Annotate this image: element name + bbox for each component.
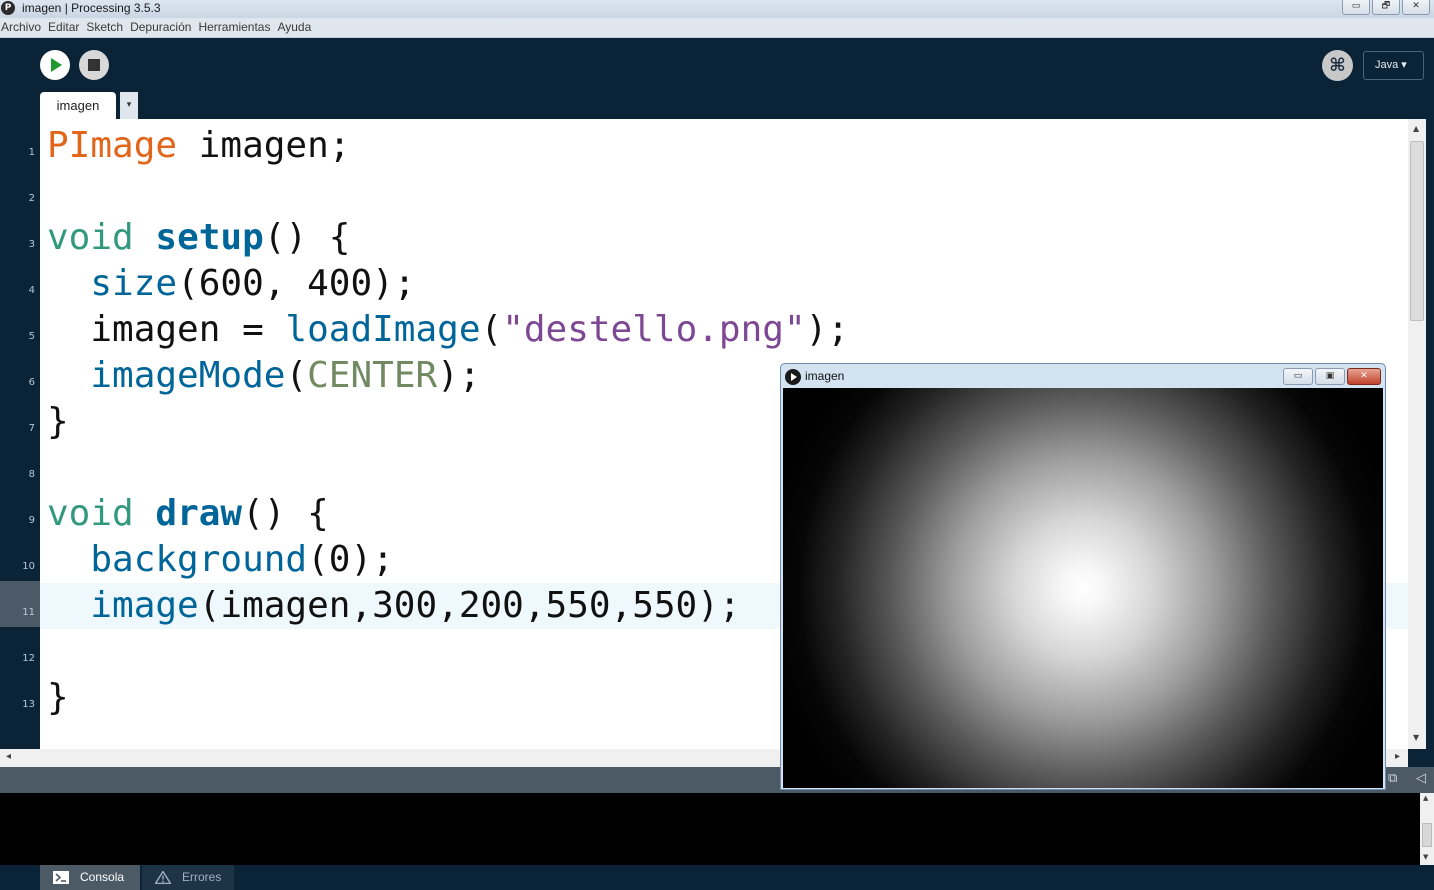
code-token: } — [47, 677, 69, 718]
line-number: 3 — [28, 239, 35, 250]
menu-archivo[interactable]: Archivo — [0, 18, 45, 37]
console-scrollbar[interactable]: ▲ ▼ — [1420, 793, 1434, 865]
line-number: 10 — [22, 561, 35, 572]
run-button[interactable] — [40, 50, 70, 80]
code-token: void — [47, 493, 134, 534]
editor-vertical-scrollbar[interactable]: ▲ ▼ — [1408, 119, 1426, 749]
scroll-up-icon[interactable]: ▲ — [1413, 124, 1419, 133]
menu-herramientas[interactable]: Herramientas — [197, 18, 274, 37]
minimize-button[interactable]: ▭ — [1342, 0, 1370, 15]
restore-button[interactable]: 🗗 — [1372, 0, 1400, 15]
line-number: 11 — [22, 607, 35, 618]
sketch-close-button[interactable]: ✕ — [1347, 368, 1381, 385]
window-controls: ▭ 🗗 ✕ — [1342, 0, 1430, 15]
line-number-gutter: 1 2 3 4 5 6 7 8 9 10 11 12 13 — [0, 119, 40, 749]
code-token: ( — [480, 309, 503, 350]
sketch-maximize-button[interactable]: ▣ — [1315, 368, 1345, 385]
line-number: 4 — [28, 285, 35, 296]
scroll-thumb[interactable] — [1410, 141, 1424, 321]
title-bar: P imagen | Processing 3.5.3 ▭ 🗗 ✕ — [0, 0, 1434, 18]
code-line-1[interactable]: PImage imagen; — [40, 123, 1408, 169]
code-line-5[interactable]: imagen = loadImage("destello.png"); — [40, 307, 1408, 353]
code-token: (imagen,300,200,550,550); — [198, 585, 741, 626]
warning-icon — [155, 871, 171, 884]
tab-imagen[interactable]: imagen — [40, 92, 116, 119]
tab-console-label: Consola — [80, 870, 125, 884]
menu-sketch[interactable]: Sketch — [85, 18, 127, 37]
toolbar: ⌘ Java ▾ — [0, 38, 1434, 92]
code-token: "destello.png" — [502, 309, 806, 350]
stop-button[interactable] — [79, 50, 109, 80]
code-token: draw — [155, 493, 243, 534]
code-line-2[interactable] — [40, 169, 1408, 215]
scroll-thumb[interactable] — [1422, 823, 1432, 847]
collapse-console-icon[interactable]: ◁ — [1416, 771, 1426, 786]
sketch-window-controls: ▭ ▣ ✕ — [1283, 368, 1381, 385]
menu-ayuda[interactable]: Ayuda — [276, 18, 315, 37]
tab-errors[interactable]: Errores — [142, 865, 234, 890]
tab-console[interactable]: Consola — [40, 865, 140, 890]
menu-depuracion[interactable]: Depuración — [129, 18, 195, 37]
debug-button[interactable]: ⌘ — [1322, 50, 1353, 81]
code-token: ); — [437, 355, 481, 396]
code-token: imagen = — [47, 309, 286, 350]
menu-bar: Archivo Editar Sketch Depuración Herrami… — [0, 18, 1434, 38]
scroll-left-icon[interactable]: ◂ — [6, 751, 11, 762]
scroll-up-icon[interactable]: ▲ — [1423, 794, 1428, 802]
line-number: 5 — [28, 331, 35, 342]
code-token: ( — [285, 355, 308, 396]
code-line-4[interactable]: size(600, 400); — [40, 261, 1408, 307]
mode-selector[interactable]: Java ▾ — [1363, 51, 1424, 80]
code-token: loadImage — [285, 309, 481, 350]
code-token: () { — [242, 493, 329, 534]
code-token: setup — [155, 217, 264, 258]
tab-menu-button[interactable]: ▾ — [120, 92, 138, 119]
sketch-window-title: imagen — [805, 369, 845, 383]
code-token: background — [90, 539, 308, 580]
code-token: PImage — [47, 125, 178, 166]
scroll-right-icon[interactable]: ▸ — [1395, 751, 1400, 762]
line-number: 2 — [28, 193, 35, 204]
code-line-3[interactable]: void setup() { — [40, 215, 1408, 261]
console-output[interactable] — [0, 793, 1420, 865]
code-token: void — [47, 217, 134, 258]
line-number: 7 — [28, 423, 35, 434]
code-token: size — [90, 263, 178, 304]
scroll-down-icon[interactable]: ▼ — [1423, 853, 1428, 861]
sketch-canvas[interactable] — [783, 388, 1383, 788]
line-number: 6 — [28, 377, 35, 388]
processing-logo-icon: P — [1, 1, 15, 15]
tab-errors-label: Errores — [182, 870, 222, 884]
code-token: () { — [263, 217, 351, 258]
line-number: 13 — [22, 699, 35, 710]
console-tab-bar: Consola Errores — [0, 865, 1434, 890]
code-token: image — [90, 585, 199, 626]
code-token: ); — [805, 309, 849, 350]
stop-icon — [88, 59, 100, 71]
code-token: imagen; — [177, 125, 351, 166]
copy-console-icon[interactable]: ⧉ — [1388, 771, 1397, 786]
scroll-down-icon[interactable]: ▼ — [1413, 733, 1419, 742]
line-number: 9 — [28, 515, 35, 526]
code-token: } — [47, 401, 69, 442]
code-token: (600, 400); — [177, 263, 416, 304]
sketch-window[interactable]: imagen ▭ ▣ ✕ — [780, 363, 1386, 790]
code-token: CENTER — [307, 355, 438, 396]
line-number: 12 — [22, 653, 35, 664]
window-title: imagen | Processing 3.5.3 — [22, 1, 161, 15]
sketch-play-icon — [785, 369, 801, 385]
menu-editar[interactable]: Editar — [47, 18, 83, 37]
terminal-icon — [53, 871, 69, 884]
line-number: 8 — [28, 469, 35, 480]
close-button[interactable]: ✕ — [1402, 0, 1430, 15]
code-token: (0); — [307, 539, 394, 580]
debugger-icon: ⌘ — [1329, 55, 1346, 76]
code-token: imageMode — [90, 355, 286, 396]
line-number: 1 — [28, 147, 35, 158]
sketch-minimize-button[interactable]: ▭ — [1283, 368, 1313, 385]
play-icon — [51, 58, 62, 72]
current-line-marker — [0, 581, 40, 627]
sketch-tab-bar: imagen ▾ — [0, 92, 1434, 119]
